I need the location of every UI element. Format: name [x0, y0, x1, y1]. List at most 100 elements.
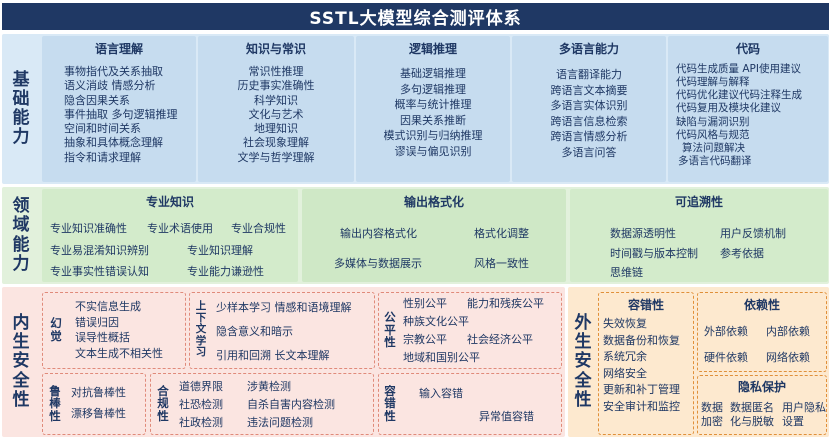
- list-item: 道德界限: [179, 380, 223, 393]
- list-item: 多媒体与数据展示: [334, 257, 422, 270]
- list-item: 多句逻辑推理: [400, 82, 466, 96]
- list-item: 专业知识理解: [187, 244, 253, 257]
- group-label: 合 规 性: [157, 383, 169, 423]
- list-item: 多语言问答: [561, 146, 617, 160]
- list-item: 专业术语使用: [147, 222, 213, 235]
- list-item: 专业事实性错误认知: [50, 265, 149, 278]
- list-item: 事物指代及关系抽取: [64, 65, 163, 78]
- panel-professional-knowledge: 专业知识 专业知识准确性 专业术语使用 专业合规性 专业易混淆知识辨别 专业知识…: [42, 189, 298, 282]
- group-dependency: 依赖性 外部依赖 内部依赖 硬件依赖 网络依赖: [697, 292, 827, 372]
- list-item: 跨语言情感分析: [550, 130, 628, 144]
- list-item: 自杀自害内容检测: [247, 398, 335, 411]
- list-item: 异常值容错: [479, 410, 534, 423]
- extrinsic-row-label: 外 生 安 全 性: [574, 313, 592, 410]
- list-item: 跨语言信息检索: [550, 114, 628, 128]
- list-item: 语义消歧 情感分析: [64, 79, 156, 93]
- panel-code: 代码 代码生成质量 API使用建议 代码理解与解释 代码优化建议代码注释生成 代…: [668, 36, 828, 182]
- list-item: 空间和时间关系: [64, 122, 141, 136]
- list-item: 专业知识准确性: [50, 222, 127, 235]
- list-item: 引用和回溯 长文本理解: [216, 349, 330, 362]
- list-item: 系统冗余: [603, 350, 647, 363]
- group-compliance: 合 规 性 道德界限 涉黄检测 社恐检测 自杀自害内容检测 社政检测 违法问题检…: [150, 373, 374, 435]
- list-item: 缺陷与漏洞识别: [676, 115, 750, 128]
- panel-output-formatting: 输出格式化 输出内容格式化 格式化调整 多媒体与数据展示 风格一致性: [302, 189, 566, 282]
- list-item: 历史事实准确性: [237, 79, 315, 93]
- list-item: 专业合规性: [231, 222, 286, 235]
- list-item: 算法问题解决: [682, 141, 745, 154]
- list-item: 失效恢复: [603, 317, 647, 330]
- group-title: 隐私保护: [737, 380, 786, 394]
- list-item: 能力和残疾公平: [467, 297, 544, 310]
- list-item: 用户反馈机制: [720, 227, 786, 240]
- list-item: 时间戳与版本控制: [610, 247, 698, 260]
- panel-multilingual: 多语言能力 语言翻译能力 跨语言文本摘要 多语言实体识别 跨语言信息检索 跨语言…: [512, 36, 666, 182]
- group-robustness: 鲁 棒 性 对抗鲁棒性 漂移鲁棒性: [42, 373, 146, 435]
- list-item: 性别公平: [403, 297, 447, 310]
- list-item: 用户隐私设置: [782, 401, 826, 429]
- list-item: 专业易混淆知识辨别: [50, 244, 149, 257]
- list-item: 指令和请求理解: [64, 150, 141, 164]
- panel-traceability: 可追溯性 数据源透明性 用户反馈机制 时间戳与版本控制 参考依据 思维链: [570, 189, 828, 282]
- list-item: 不实信息生成: [75, 300, 141, 313]
- list-item: 风格一致性: [474, 257, 529, 270]
- panel-title: 知识与常识: [245, 42, 306, 56]
- list-item: 参考依据: [720, 247, 764, 260]
- list-item: 常识性推理: [248, 65, 304, 78]
- group-label: 鲁 棒 性: [49, 383, 61, 423]
- list-item: 社政检测: [179, 416, 223, 429]
- group-privacy: 隐私保护 数据加密 数据匿名化与脱敏 用户隐私设置: [697, 375, 827, 435]
- group-fault-tolerance-intrinsic: 容 错 性 输入容错 异常值容错: [378, 373, 562, 435]
- group-title: 容错性: [627, 298, 664, 312]
- domain-row-label: 领 域 能 力: [12, 196, 30, 274]
- panel-title: 语言理解: [94, 42, 143, 56]
- list-item: 谬误与偏见识别: [394, 145, 472, 159]
- list-item: 数据源透明性: [610, 227, 676, 240]
- list-item: 输出内容格式化: [340, 227, 417, 240]
- list-item: 专业能力谦逊性: [187, 265, 264, 278]
- list-item: 格式化调整: [474, 227, 529, 240]
- list-item: 模式识别与归纳推理: [383, 129, 483, 143]
- panel-knowledge-common-sense: 知识与常识 常识性推理 历史事实准确性 科学知识 文化与艺术 地理知识 社会现象…: [198, 36, 354, 182]
- panel-title: 输出格式化: [403, 195, 464, 209]
- list-item: 代码理解与解释: [676, 76, 750, 89]
- group-context-learning: 上 下 文 学 习 少样本学习 情感和语境理解 隐含意义和暗示 引用和回溯 长文…: [189, 292, 375, 369]
- list-item: 跨语言文本摘要: [550, 83, 628, 97]
- group-label: 容 错 性: [384, 383, 396, 423]
- panel-title: 可追溯性: [674, 195, 723, 209]
- list-item: 硬件依赖: [704, 351, 748, 364]
- panel-title: 逻辑推理: [408, 42, 457, 56]
- list-item: 误导性概括: [75, 331, 130, 345]
- list-item: 社恐检测: [179, 398, 223, 411]
- list-item: 代码复用及模块化建议: [676, 102, 781, 115]
- list-item: 多语言实体识别: [550, 99, 628, 113]
- list-item: 文学与哲学理解: [237, 150, 315, 164]
- list-item: 地域和国别公平: [403, 351, 480, 364]
- group-fairness: 公 平 性 性别公平 能力和残疾公平 种族文化公平 宗教公平 社会经济公平 地域…: [378, 292, 562, 369]
- list-item: 种族文化公平: [403, 315, 469, 328]
- list-item: 语言翻译能力: [556, 68, 622, 81]
- group-label: 上 下 文 学 习: [195, 300, 207, 359]
- list-item: 思维链: [610, 266, 643, 279]
- group-fault-tolerance-extrinsic: 容错性 失效恢复 数据备份和恢复 系统冗余 网络安全 更新和补丁管理 安全审计和…: [598, 292, 694, 435]
- list-item: 事件抽取 多句逻辑推理: [64, 107, 178, 121]
- list-item: 基础逻辑推理: [400, 67, 466, 80]
- list-item: 错误归因: [75, 315, 119, 329]
- list-item: 代码风格与规范: [676, 128, 750, 141]
- page-title: SSTL大模型综合测评体系: [2, 3, 829, 30]
- list-item: 漂移鲁棒性: [71, 407, 126, 420]
- list-item: 对抗鲁棒性: [71, 386, 126, 399]
- intrinsic-row-label: 内 生 安 全 性: [12, 313, 30, 410]
- list-item: 网络依赖: [766, 351, 810, 364]
- list-item: 多语言代码翻译: [678, 154, 752, 167]
- group-label: 幻 觉: [50, 316, 62, 343]
- list-item: 外部依赖: [704, 325, 748, 338]
- list-item: 少样本学习 情感和语境理解: [216, 301, 352, 314]
- list-item: 抽象和具体概念理解: [64, 136, 163, 150]
- group-hallucination: 幻 觉 不实信息生成 错误归因 误导性概括 文本生成不相关性: [42, 292, 186, 369]
- list-item: 地理知识: [254, 122, 298, 136]
- panel-title: 代码: [735, 42, 760, 56]
- list-item: 安全审计和监控: [603, 399, 680, 413]
- list-item: 输入容错: [419, 387, 463, 400]
- panel-title: 多语言能力: [558, 42, 619, 56]
- list-item: 隐含意义和暗示: [216, 325, 293, 338]
